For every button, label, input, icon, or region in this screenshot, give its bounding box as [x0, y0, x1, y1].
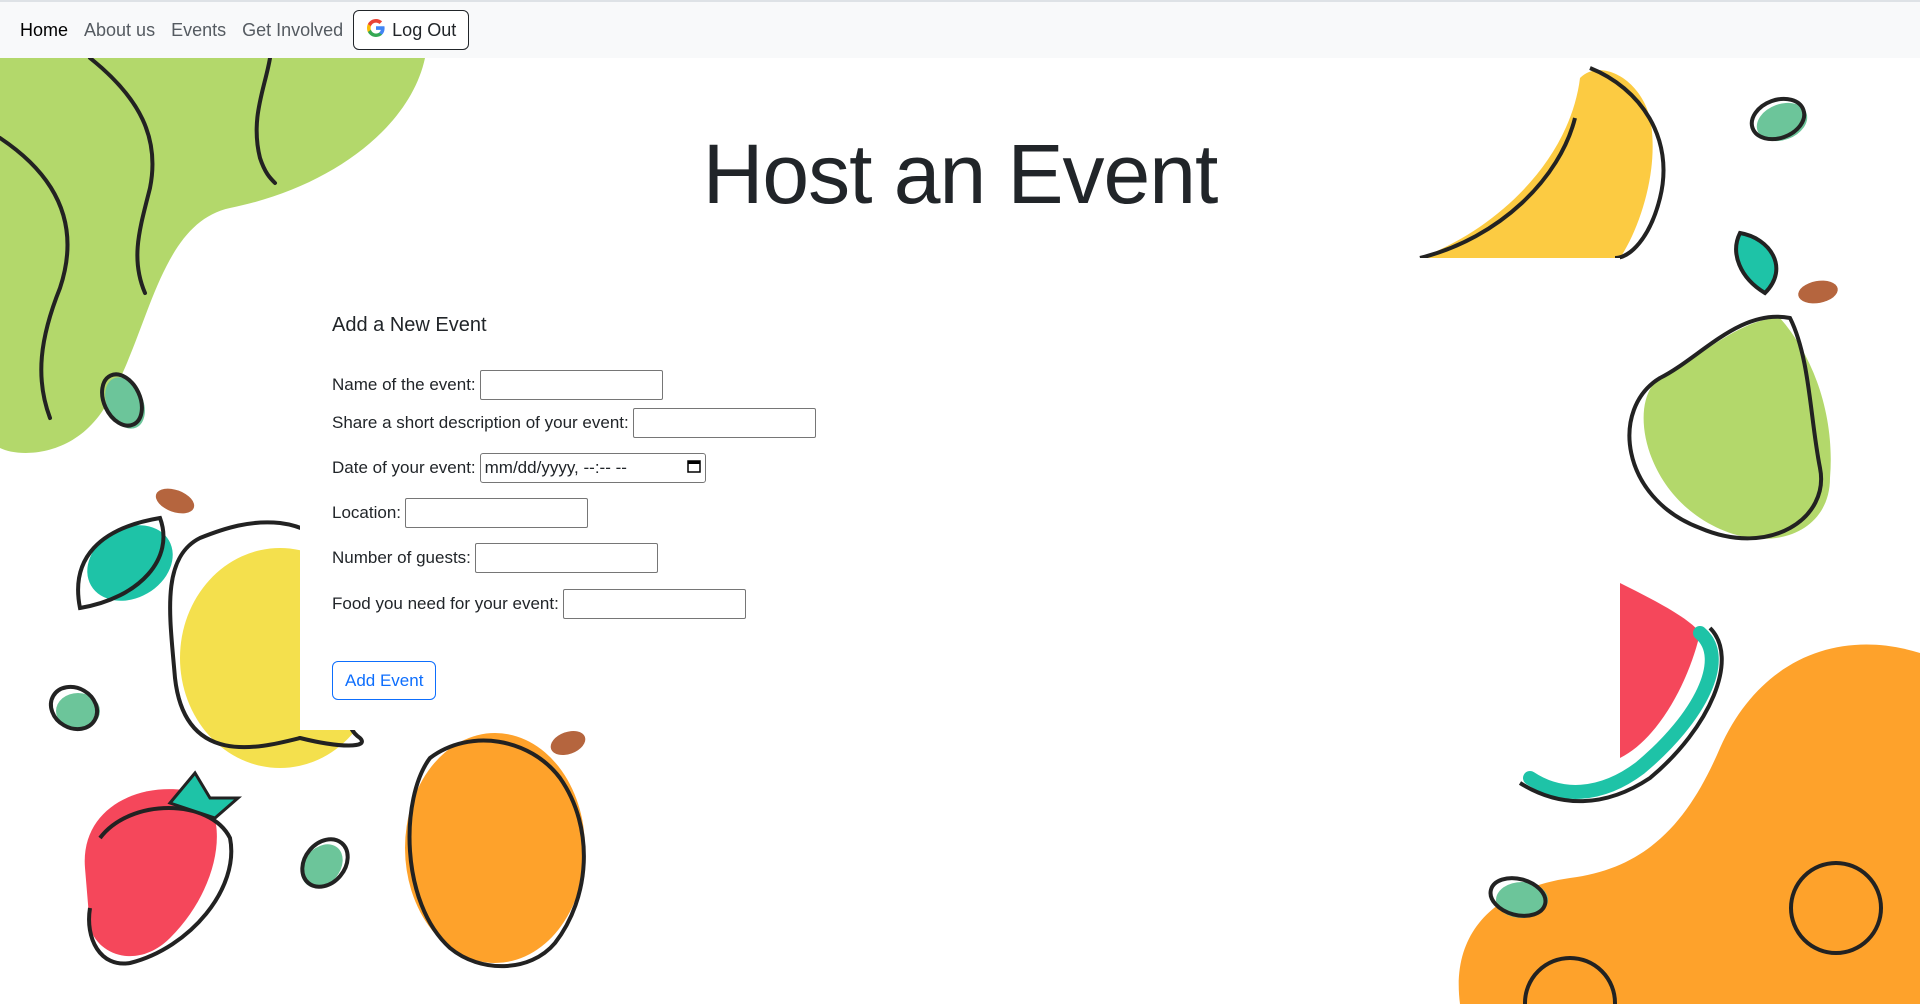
logout-button[interactable]: Log Out	[353, 10, 470, 50]
guests-row: Number of guests:	[332, 543, 658, 573]
event-date-input[interactable]: mm/dd/yyyy, --:-- --	[479, 453, 706, 483]
nav-events[interactable]: Events	[171, 20, 226, 41]
event-description-row: Share a short description of your event:	[332, 408, 816, 438]
add-event-button[interactable]: Add Event	[332, 661, 437, 700]
food-row: Food you need for your event:	[332, 589, 746, 619]
navbar: Home About us Events Get Involved Log Ou…	[0, 0, 1920, 58]
event-date-placeholder: mm/dd/yyyy, --:-- --	[484, 458, 627, 477]
event-date-label: Date of your event:	[332, 458, 476, 477]
logout-label: Log Out	[392, 19, 457, 40]
location-row: Location:	[332, 498, 588, 528]
event-description-label: Share a short description of your event:	[332, 413, 629, 432]
pear-illustration	[1627, 230, 1838, 541]
google-g-icon	[366, 18, 386, 43]
nav-home[interactable]: Home	[20, 20, 68, 41]
guests-label: Number of guests:	[332, 548, 471, 567]
event-name-label: Name of the event:	[332, 375, 476, 394]
food-input[interactable]	[562, 589, 746, 619]
guests-input[interactable]	[474, 543, 658, 573]
event-name-row: Name of the event:	[332, 370, 663, 400]
mango-illustration	[405, 730, 586, 969]
calendar-icon[interactable]	[686, 458, 701, 478]
page-title: Host an Event	[702, 127, 1219, 221]
strawberry-illustration	[84, 770, 243, 966]
nav-about[interactable]: About us	[84, 20, 155, 41]
leaf-left	[48, 684, 100, 732]
leaf-mid	[300, 837, 350, 889]
event-description-input[interactable]	[632, 408, 816, 438]
food-label: Food you need for your event:	[332, 594, 559, 613]
add-event-card: Add a New Event Name of the event: Share…	[300, 258, 1620, 730]
event-name-input[interactable]	[479, 370, 663, 400]
form-title: Add a New Event	[332, 314, 487, 336]
location-label: Location:	[332, 503, 401, 522]
nav-get-involved[interactable]: Get Involved	[242, 20, 343, 41]
location-input[interactable]	[405, 498, 588, 528]
event-date-row: Date of your event: mm/dd/yyyy, --:-- --	[332, 453, 706, 483]
